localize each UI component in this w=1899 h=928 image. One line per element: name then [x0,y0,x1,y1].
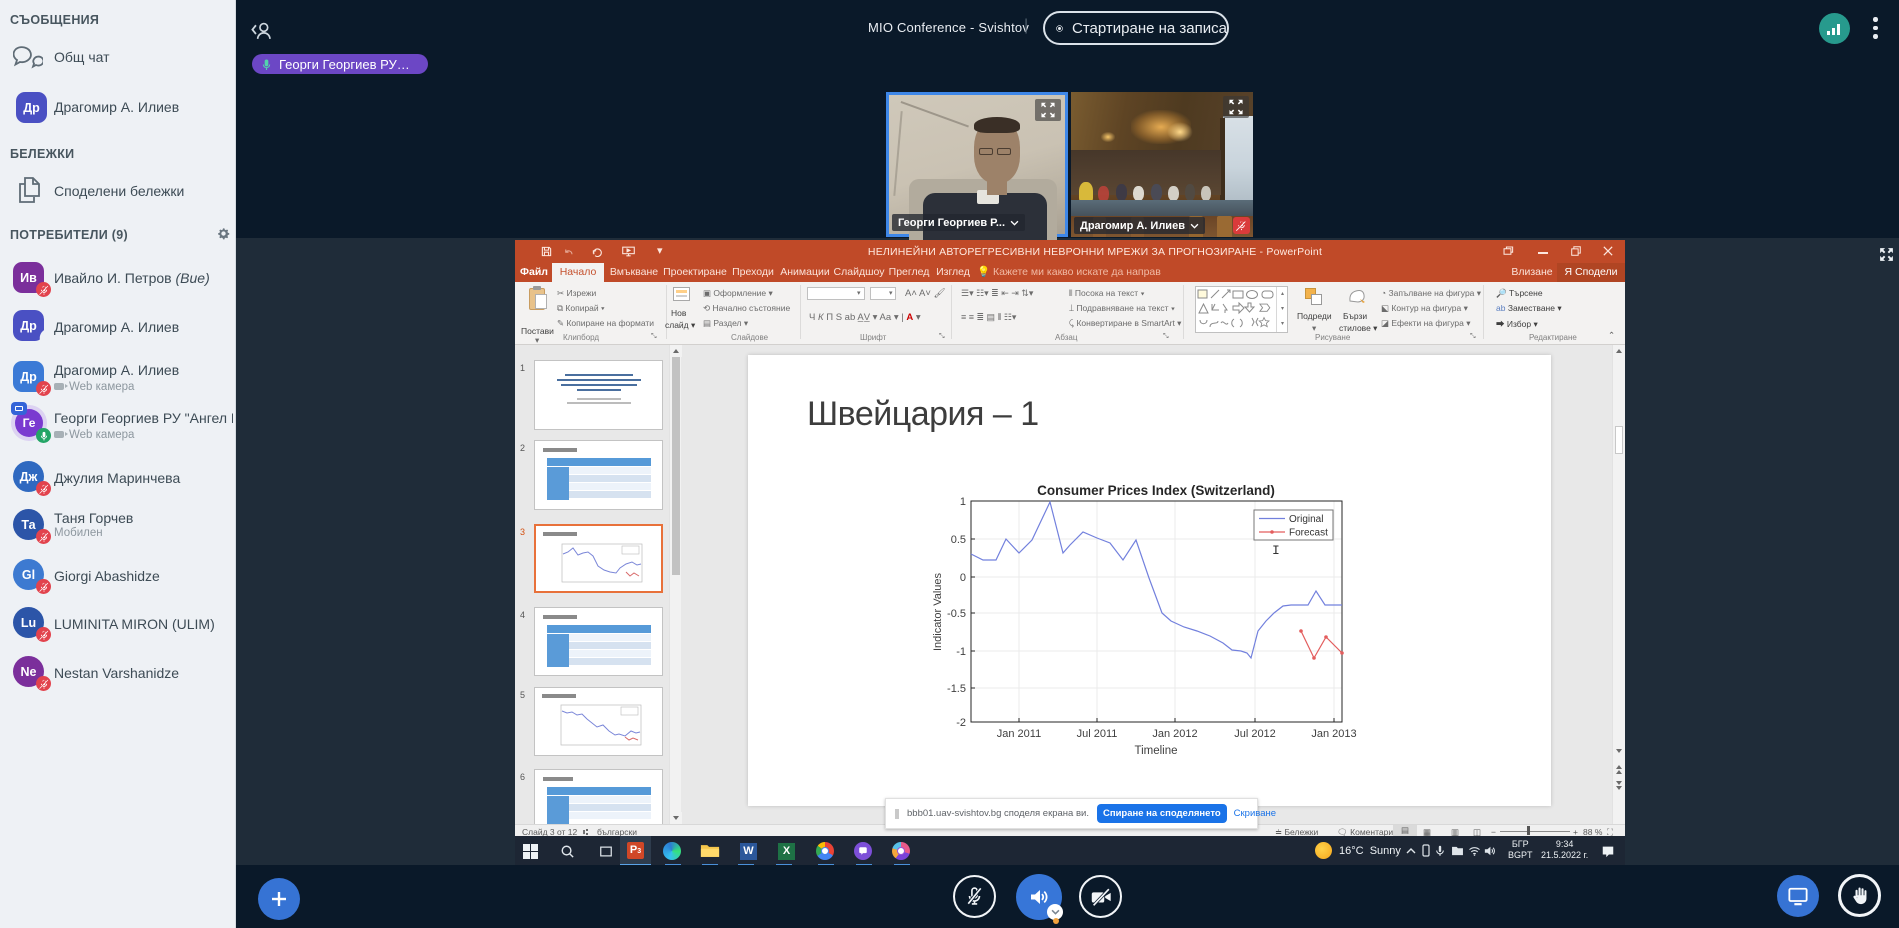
svg-text:I: I [1272,543,1280,558]
svg-text:Timeline: Timeline [1134,745,1177,757]
svg-text:1: 1 [960,496,966,508]
svg-text:Original: Original [1289,514,1323,525]
svg-text:Forecast: Forecast [1289,528,1328,539]
svg-text:-1: -1 [956,646,966,658]
svg-text:Jan 2012: Jan 2012 [1152,728,1197,740]
svg-text:Consumer Prices Index (Switzer: Consumer Prices Index (Switzerland) [1037,483,1275,498]
svg-text:Jul 2011: Jul 2011 [1077,728,1118,740]
svg-text:0.5: 0.5 [951,534,966,546]
svg-text:Jan 2011: Jan 2011 [997,728,1041,740]
svg-text:Jan 2013: Jan 2013 [1311,728,1356,740]
svg-text:-2: -2 [956,717,966,729]
svg-text:0: 0 [960,572,966,584]
svg-text:Jul 2012: Jul 2012 [1234,728,1276,740]
svg-text:-1.5: -1.5 [947,683,966,695]
svg-text:Indicator Values: Indicator Values [932,572,944,651]
svg-text:-0.5: -0.5 [947,608,966,620]
